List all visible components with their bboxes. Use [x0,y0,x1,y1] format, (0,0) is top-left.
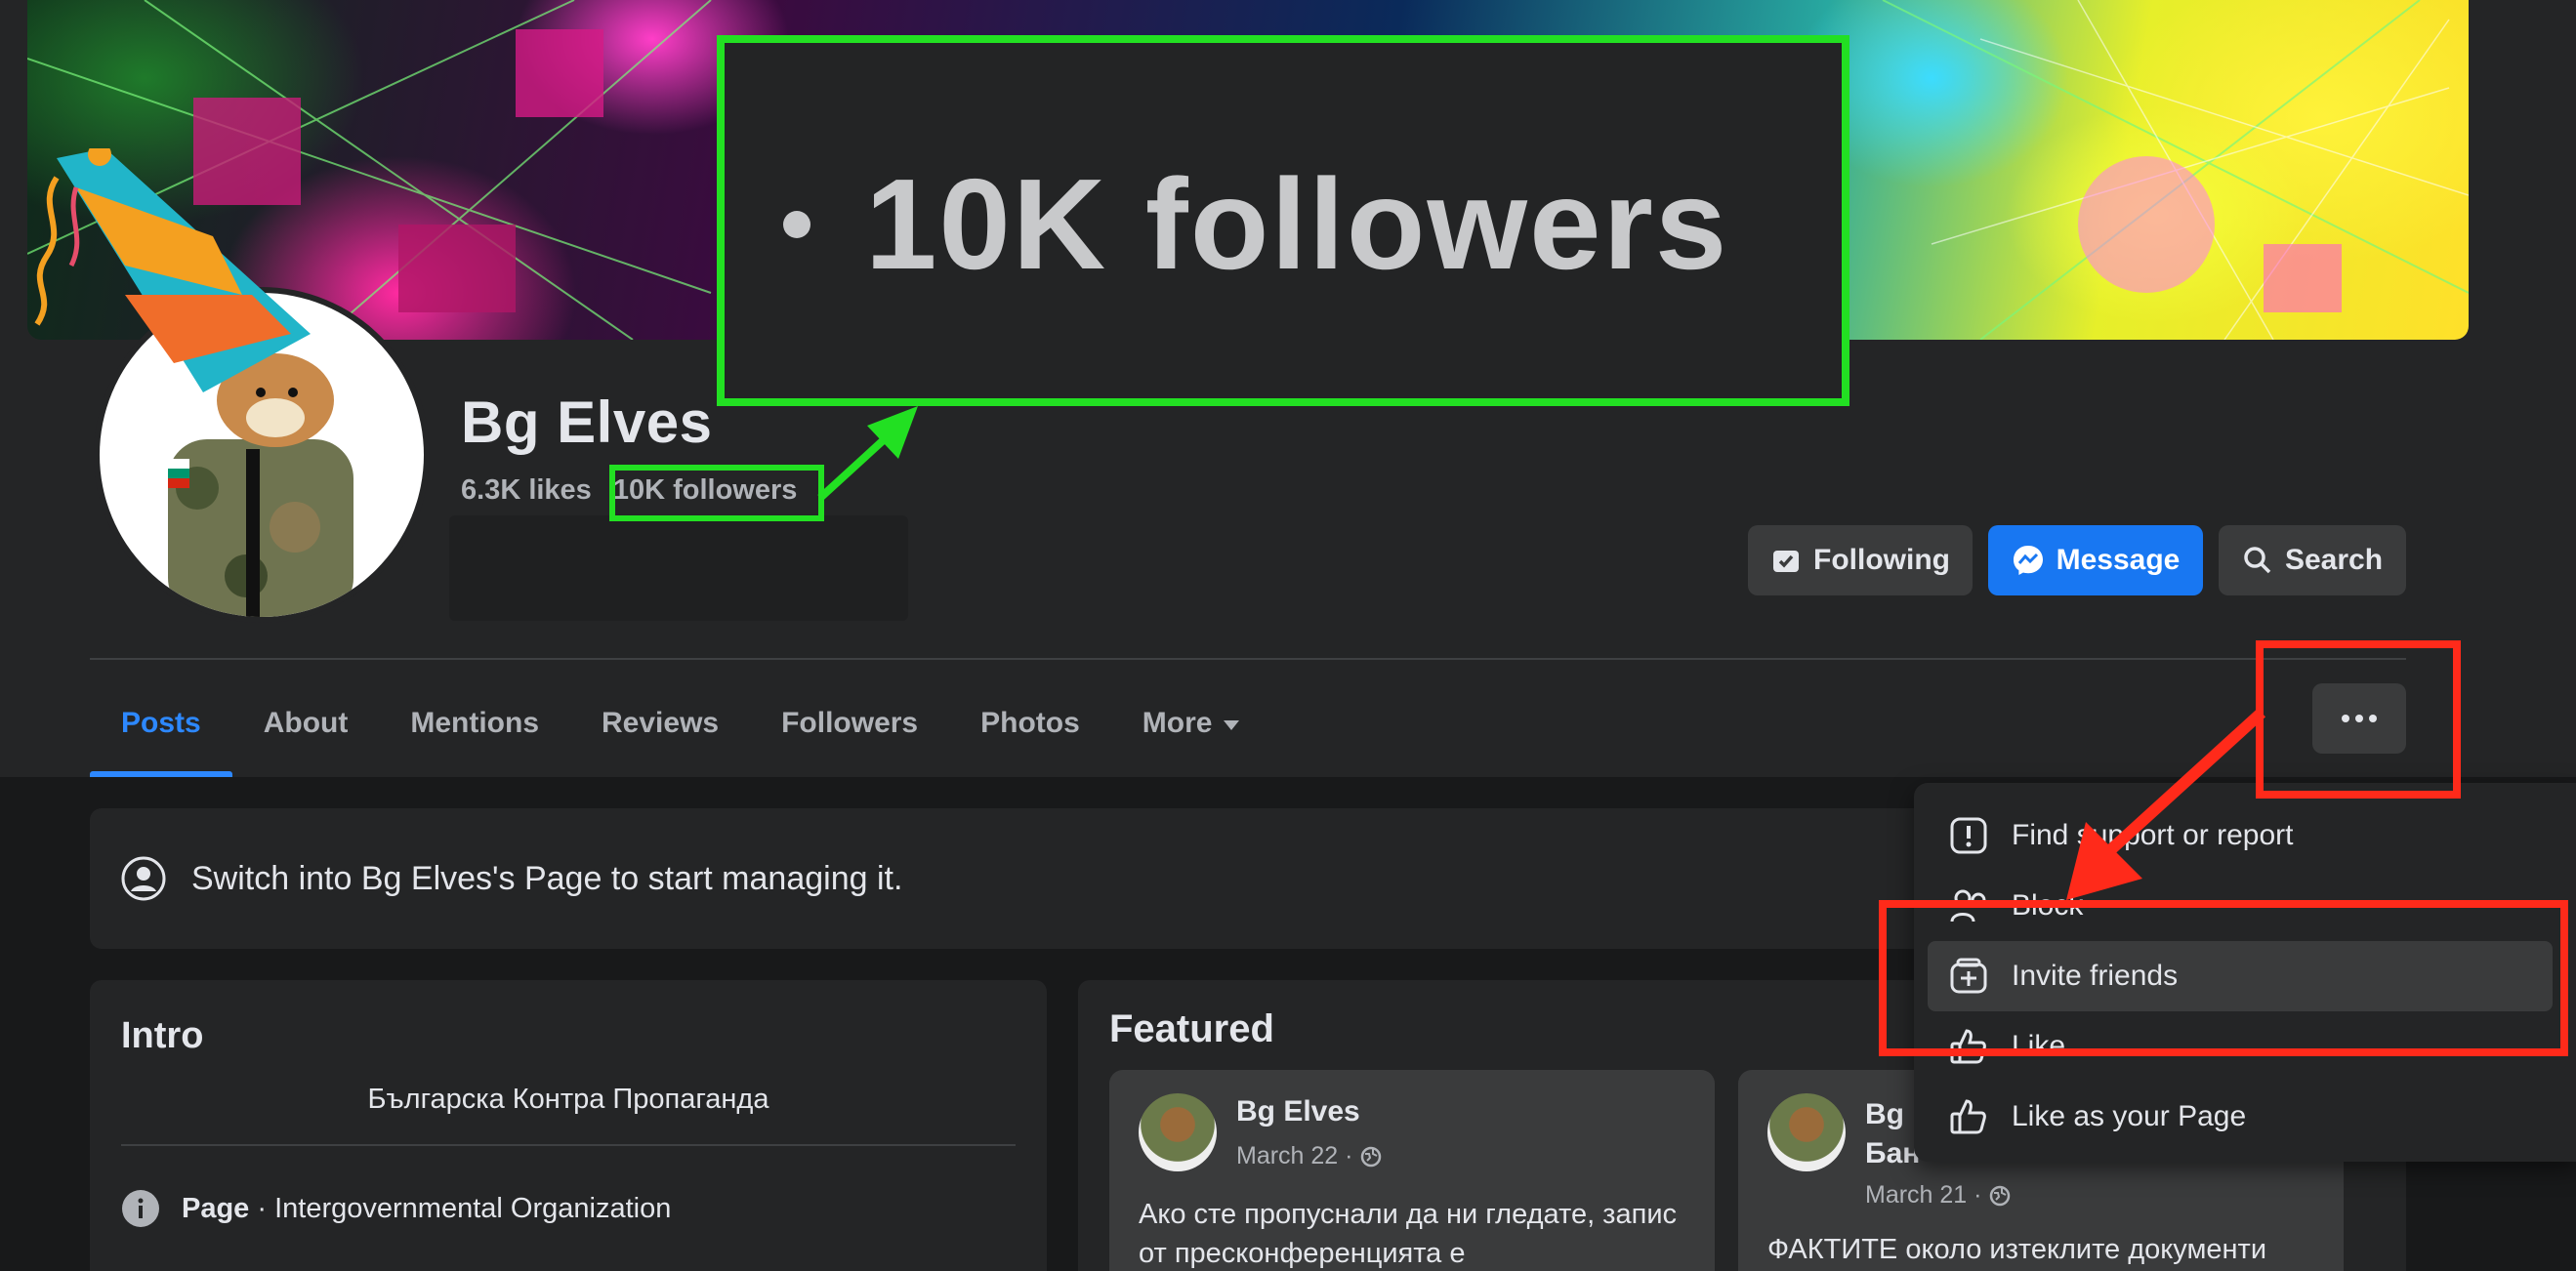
post-date: March 22 · [1236,1142,1382,1170]
switch-profile-icon [121,856,166,901]
followers-highlight-box [609,465,824,521]
tab-label: About [263,707,349,739]
message-label: Message [2056,544,2181,576]
featured-title: Featured [1109,1007,1274,1050]
tab-label: Followers [781,707,919,739]
info-icon [122,1190,159,1227]
post-text: Ако сте пропуснали да ни гледате, запис … [1139,1199,1678,1269]
likes-count[interactable]: 6.3K likes [461,474,592,507]
menu-item-like-as-page[interactable]: Like as your Page [1928,1082,2553,1152]
globe-icon [1361,1146,1382,1167]
intro-page-category: Page · Intergovernmental Organization [121,1189,671,1228]
post-avatar[interactable] [1767,1093,1846,1171]
menu-item-label: Find support or report [2012,819,2294,851]
tab-label: More [1142,707,1213,739]
like-icon [1947,1095,1990,1138]
tab-followers[interactable]: Followers [750,670,949,777]
page-category: · Intergovernmental Organization [249,1192,672,1224]
page-label: Page [182,1192,250,1224]
search-label: Search [2284,544,2384,576]
tab-more[interactable]: More [1111,670,1271,777]
tab-label: Mentions [410,707,540,739]
tab-reviews[interactable]: Reviews [570,670,750,777]
tab-label: Posts [121,707,201,739]
tab-photos[interactable]: Photos [949,670,1111,777]
intro-title: Intro [121,1015,204,1056]
tab-about[interactable]: About [232,670,380,777]
post-date-text: March 22 · [1236,1142,1353,1169]
search-button[interactable]: Search [2219,525,2406,595]
zoom-followers-text: 10K followers [783,150,1728,298]
following-button[interactable]: Following [1748,525,1973,595]
following-label: Following [1813,544,1950,576]
zoom-callout: 10K followers [717,35,1849,406]
message-button[interactable]: Message [1988,525,2203,595]
tab-label: Photos [980,707,1080,739]
messenger-icon [2013,546,2043,575]
menu-item-report[interactable]: Find support or report [1928,800,2553,871]
invite-highlight-box [1879,900,2568,1056]
header-divider [90,658,2406,660]
following-check-icon [1773,551,1800,572]
post-date-text: March 21 · [1865,1181,1982,1209]
zoom-followers-label: 10K followers [865,152,1729,296]
globe-icon [1990,1185,2011,1206]
switch-banner-text: Switch into Bg Elves's Page to start man… [191,859,903,897]
post-avatar[interactable] [1139,1093,1217,1171]
post-author[interactable]: Bg Elves [1236,1095,1360,1128]
intro-divider [121,1144,1016,1146]
caret-down-icon [1224,720,1240,730]
intro-bio: Българска Контра Пропаганда [367,1084,769,1115]
party-hat-icon [34,148,311,392]
mutual-friends-placeholder [449,515,908,621]
more-button-highlight-box [2256,640,2461,799]
post-text: ФАКТИТЕ около изтеклите документи [1767,1234,2267,1265]
post-date: March 21 · [1865,1181,2011,1210]
bullet-dot [783,210,810,238]
page-title: Bg Elves [461,390,713,455]
tab-posts[interactable]: Posts [90,670,232,777]
tab-label: Reviews [602,707,720,739]
intro-card: Intro Българска Контра Пропаганда Page ·… [90,980,1047,1271]
page-tabs: Posts About Mentions Reviews Followers P… [90,670,1270,777]
featured-post[interactable]: Bg Elves March 22 · Ако сте пропуснали д… [1109,1070,1715,1271]
report-icon [1947,814,1990,857]
search-icon [2244,547,2271,574]
tab-mentions[interactable]: Mentions [379,670,570,777]
menu-item-label: Like as your Page [2012,1100,2247,1132]
